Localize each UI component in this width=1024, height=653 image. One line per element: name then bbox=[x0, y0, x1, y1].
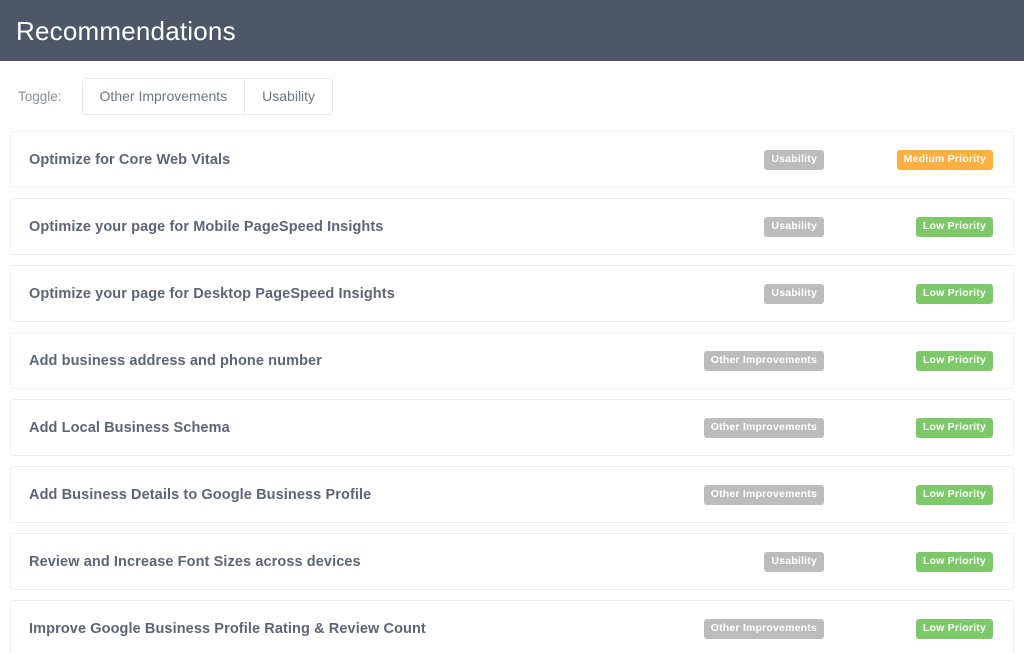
category-badge: Other Improvements bbox=[704, 485, 824, 505]
recommendation-title: Add Business Details to Google Business … bbox=[29, 487, 679, 503]
recommendation-row[interactable]: Improve Google Business Profile Rating &… bbox=[10, 600, 1014, 653]
recommendation-category-cell: Other Improvements bbox=[679, 418, 824, 438]
recommendation-category-cell: Usability bbox=[679, 217, 824, 237]
priority-badge: Low Priority bbox=[916, 619, 993, 639]
category-badge: Other Improvements bbox=[704, 418, 824, 438]
category-badge: Usability bbox=[764, 552, 824, 572]
category-badge: Other Improvements bbox=[704, 619, 824, 639]
recommendation-row[interactable]: Add business address and phone number Oth… bbox=[10, 332, 1014, 389]
category-badge: Usability bbox=[764, 284, 824, 304]
priority-badge: Low Priority bbox=[916, 284, 993, 304]
recommendation-title: Improve Google Business Profile Rating &… bbox=[29, 621, 679, 637]
recommendation-title: Add Local Business Schema bbox=[29, 420, 679, 436]
recommendation-category-cell: Usability bbox=[679, 552, 824, 572]
toggle-button-usability[interactable]: Usability bbox=[244, 79, 332, 114]
priority-badge: Low Priority bbox=[916, 351, 993, 371]
recommendation-priority-cell: Medium Priority bbox=[824, 150, 993, 170]
category-badge: Other Improvements bbox=[704, 351, 824, 371]
page-title: Recommendations bbox=[16, 18, 236, 44]
priority-badge: Medium Priority bbox=[897, 150, 993, 170]
toggle-bar: Toggle: Other Improvements Usability bbox=[0, 61, 1024, 131]
recommendation-category-cell: Other Improvements bbox=[679, 619, 824, 639]
category-badge: Usability bbox=[764, 217, 824, 237]
recommendation-row[interactable]: Optimize your page for Desktop PageSpeed… bbox=[10, 265, 1014, 322]
recommendation-title: Optimize your page for Mobile PageSpeed … bbox=[29, 219, 679, 235]
recommendation-priority-cell: Low Priority bbox=[824, 485, 993, 505]
recommendation-row[interactable]: Add Business Details to Google Business … bbox=[10, 466, 1014, 523]
recommendation-priority-cell: Low Priority bbox=[824, 284, 993, 304]
recommendation-title: Add business address and phone number bbox=[29, 353, 679, 369]
recommendation-title: Optimize for Core Web Vitals bbox=[29, 152, 679, 168]
category-badge: Usability bbox=[764, 150, 824, 170]
priority-badge: Low Priority bbox=[916, 418, 993, 438]
recommendation-priority-cell: Low Priority bbox=[824, 619, 993, 639]
recommendation-priority-cell: Low Priority bbox=[824, 552, 993, 572]
page-header: Recommendations bbox=[0, 0, 1024, 61]
recommendation-priority-cell: Low Priority bbox=[824, 351, 993, 371]
recommendation-category-cell: Usability bbox=[679, 284, 824, 304]
recommendation-list: Optimize for Core Web Vitals Usability Med… bbox=[0, 131, 1024, 653]
toggle-button-other-improvements[interactable]: Other Improvements bbox=[83, 79, 245, 114]
recommendation-row[interactable]: Optimize your page for Mobile PageSpeed … bbox=[10, 198, 1014, 255]
recommendation-category-cell: Usability bbox=[679, 150, 824, 170]
recommendation-row[interactable]: Optimize for Core Web Vitals Usability Med… bbox=[10, 131, 1014, 188]
recommendation-title: Optimize your page for Desktop PageSpeed… bbox=[29, 286, 679, 302]
recommendation-row[interactable]: Add Local Business Schema Other Improveme… bbox=[10, 399, 1014, 456]
toggle-group: Other Improvements Usability bbox=[82, 78, 334, 115]
toggle-label: Toggle: bbox=[18, 89, 62, 104]
priority-badge: Low Priority bbox=[916, 552, 993, 572]
priority-badge: Low Priority bbox=[916, 217, 993, 237]
recommendation-priority-cell: Low Priority bbox=[824, 418, 993, 438]
recommendation-category-cell: Other Improvements bbox=[679, 485, 824, 505]
priority-badge: Low Priority bbox=[916, 485, 993, 505]
recommendation-priority-cell: Low Priority bbox=[824, 217, 993, 237]
recommendation-title: Review and Increase Font Sizes across de… bbox=[29, 554, 679, 570]
recommendation-row[interactable]: Review and Increase Font Sizes across de… bbox=[10, 533, 1014, 590]
recommendation-category-cell: Other Improvements bbox=[679, 351, 824, 371]
